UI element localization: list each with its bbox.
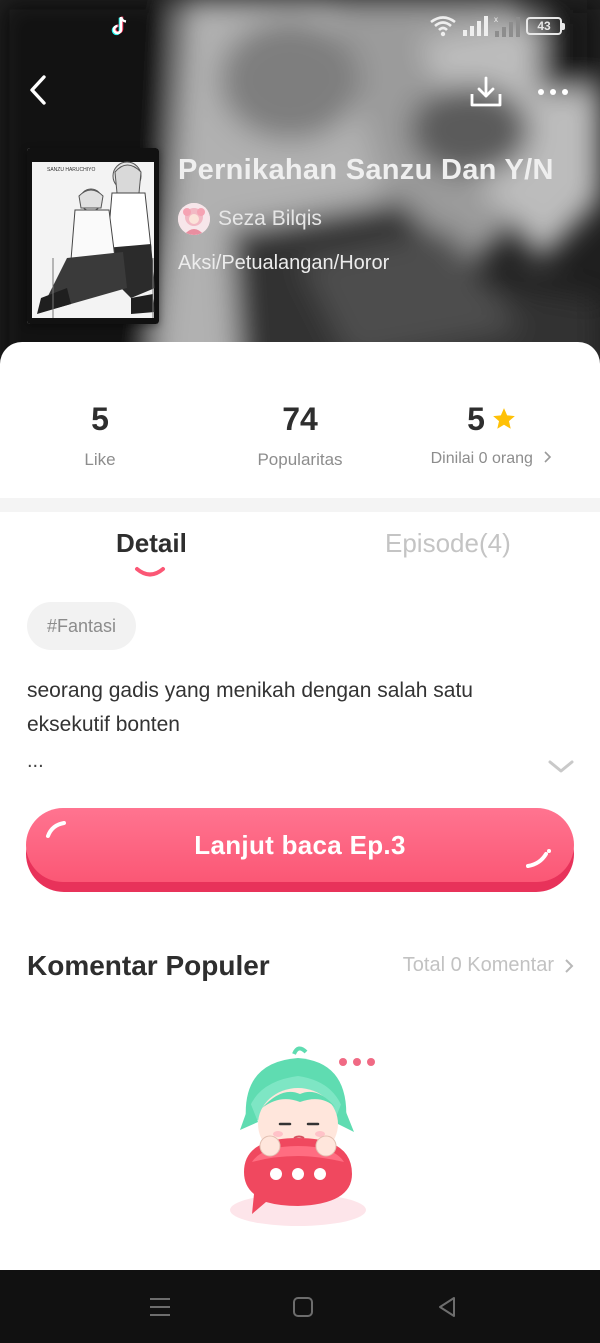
detail-sheet: 5 Like 74 Popularitas 5 Dinilai 0 orang … xyxy=(0,342,600,1270)
likes-count: 5 xyxy=(91,401,109,437)
stats-row: 5 Like 74 Popularitas 5 Dinilai 0 orang xyxy=(0,342,600,498)
tab-episodes[interactable]: Episode(4) xyxy=(385,528,511,568)
empty-comments-mascot-illustration xyxy=(230,1046,375,1226)
back-arrow-icon xyxy=(30,75,46,105)
section-divider xyxy=(0,498,600,512)
download-icon xyxy=(470,76,502,107)
tab-bar: Detail Episode(4) xyxy=(0,512,600,586)
more-dots-icon[interactable] xyxy=(530,74,576,110)
tiktok-icon xyxy=(111,16,127,36)
continue-reading-label: Lanjut baca Ep.3 xyxy=(194,829,406,860)
author-name: Seza Bilqis xyxy=(218,207,322,230)
rating-value-row: 5 xyxy=(392,400,592,438)
popularity-label: Popularitas xyxy=(257,450,343,469)
likes-label: Like xyxy=(84,450,116,469)
active-tab-indicator xyxy=(135,567,165,577)
chevron-down-icon xyxy=(548,760,574,773)
star-icon xyxy=(493,408,515,429)
stat-likes: 5 Like xyxy=(0,400,200,470)
comments-total-link[interactable]: Total 0 Komentar xyxy=(403,954,574,977)
genre-list: Aksi/Petualangan/Horor xyxy=(178,252,390,274)
comic-cover-image: SANZU HARUCHIYO xyxy=(27,148,159,324)
continue-reading-button[interactable]: Lanjut baca Ep.3 xyxy=(26,808,574,892)
comic-header: x 43 SANZU HARUCHIYO Pernikahan Sanzu Da… xyxy=(0,0,600,380)
gloss-highlight xyxy=(46,821,66,838)
rating-label: Dinilai 0 orang xyxy=(430,450,533,467)
download-button[interactable] xyxy=(466,72,506,112)
battery-level: 43 xyxy=(537,19,551,33)
comments-section-title: Komentar Populer xyxy=(27,950,270,981)
stat-rating[interactable]: 5 Dinilai 0 orang xyxy=(392,400,592,468)
stat-popularity: 74 Popularitas xyxy=(200,400,400,470)
author-link[interactable]: Seza Bilqis xyxy=(178,202,322,236)
popularity-count: 74 xyxy=(282,401,318,437)
home-square-icon[interactable] xyxy=(288,1292,318,1322)
rating-value: 5 xyxy=(467,401,485,437)
battery-icon: 43 xyxy=(526,17,565,35)
gloss-highlight xyxy=(526,849,551,868)
back-button[interactable] xyxy=(18,70,58,110)
chevron-right-icon xyxy=(565,958,574,973)
svg-text:SANZU HARUCHIYO: SANZU HARUCHIYO xyxy=(47,167,95,173)
wifi-icon xyxy=(430,16,456,37)
svg-text:x: x xyxy=(494,15,498,24)
tag-chip[interactable]: #Fantasi xyxy=(27,602,137,650)
chevron-right-icon xyxy=(544,451,552,463)
comic-title: Pernikahan Sanzu Dan Y/N xyxy=(178,154,554,186)
status-bar: x 43 xyxy=(0,0,600,52)
menu-icon[interactable] xyxy=(145,1292,175,1322)
synopsis-text: seorang gadis yang menikah dengan salah … xyxy=(27,679,473,736)
signal-icon xyxy=(463,16,488,36)
tab-detail[interactable]: Detail xyxy=(116,528,187,568)
author-avatar xyxy=(178,203,210,235)
comments-total-label: Total 0 Komentar xyxy=(402,954,554,976)
signal-no-service-icon: x xyxy=(494,15,520,37)
expand-synopsis-button[interactable] xyxy=(546,752,576,782)
rating-label-row: Dinilai 0 orang xyxy=(392,450,592,468)
synopsis-ellipsis: ... xyxy=(27,750,44,772)
back-triangle-icon[interactable] xyxy=(432,1292,462,1322)
system-navigation-bar xyxy=(0,1270,600,1343)
